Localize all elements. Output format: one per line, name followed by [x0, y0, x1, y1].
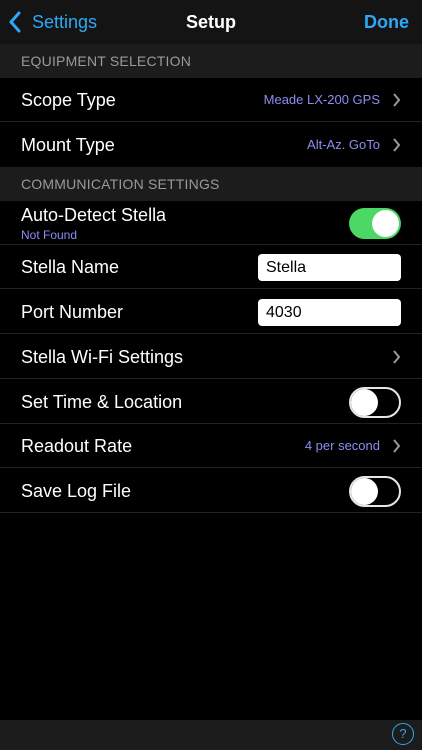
stella-name-label: Stella Name: [21, 257, 120, 277]
readout-rate-value: 4 per second: [304, 438, 380, 453]
scope-type-row[interactable]: Scope Type Meade LX-200 GPS: [0, 78, 422, 122]
save-log-file-row: Save Log File: [0, 469, 422, 513]
navigation-bar: Settings Setup Done: [0, 0, 422, 44]
back-button[interactable]: Settings: [8, 0, 97, 44]
bottom-toolbar: ?: [0, 720, 422, 750]
mount-type-label: Mount Type: [21, 135, 115, 155]
section-header-communication: COMMUNICATION SETTINGS: [0, 167, 422, 201]
port-number-label: Port Number: [21, 302, 124, 322]
port-number-row: Port Number 4030: [0, 290, 422, 334]
toggle-knob: [372, 210, 399, 237]
help-icon[interactable]: ?: [392, 723, 414, 745]
toggle-knob: [351, 389, 378, 416]
scope-type-value: Meade LX-200 GPS: [263, 92, 380, 107]
auto-detect-label: Auto-Detect Stella: [21, 205, 167, 225]
section-header-equipment: EQUIPMENT SELECTION: [0, 44, 422, 78]
save-log-file-toggle[interactable]: [349, 476, 401, 507]
chevron-right-icon: [393, 350, 401, 364]
stella-name-row: Stella Name Stella: [0, 245, 422, 289]
readout-rate-row[interactable]: Readout Rate 4 per second: [0, 424, 422, 468]
mount-type-value: Alt-Az. GoTo: [307, 137, 380, 152]
port-number-field[interactable]: 4030: [258, 299, 401, 326]
auto-detect-toggle[interactable]: [349, 208, 401, 239]
chevron-right-icon: [393, 439, 401, 453]
save-log-file-label: Save Log File: [21, 481, 132, 501]
stella-name-field[interactable]: Stella: [258, 254, 401, 281]
chevron-right-icon: [393, 93, 401, 107]
back-button-label: Settings: [32, 11, 98, 32]
set-time-location-label: Set Time & Location: [21, 392, 183, 412]
set-time-location-toggle[interactable]: [349, 387, 401, 418]
auto-detect-row: Auto-Detect Stella Not Found: [0, 201, 422, 245]
mount-type-row[interactable]: Mount Type Alt-Az. GoTo: [0, 123, 422, 167]
chevron-left-icon: [9, 11, 21, 33]
readout-rate-label: Readout Rate: [21, 436, 133, 456]
set-time-location-row: Set Time & Location: [0, 380, 422, 424]
done-button[interactable]: Done: [364, 0, 409, 44]
stella-wifi-settings-row[interactable]: Stella Wi-Fi Settings: [0, 335, 422, 379]
toggle-knob: [351, 478, 378, 505]
chevron-right-icon: [393, 138, 401, 152]
scope-type-label: Scope Type: [21, 90, 116, 110]
auto-detect-status: Not Found: [21, 228, 78, 242]
stella-wifi-settings-label: Stella Wi-Fi Settings: [21, 347, 184, 367]
